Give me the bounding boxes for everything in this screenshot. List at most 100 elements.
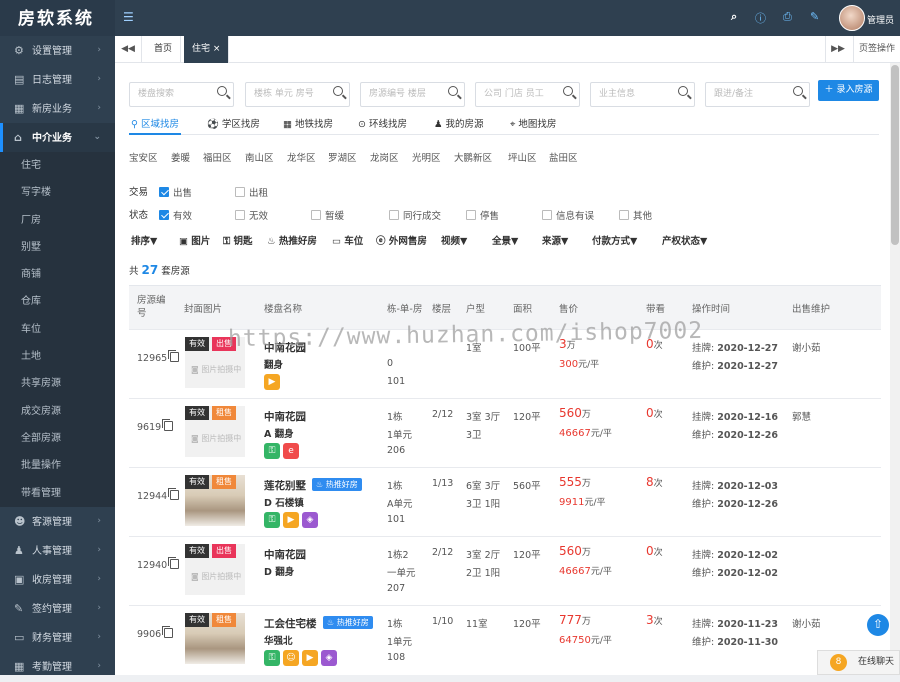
sort-item-2[interactable]: ⚿ 钥匙 <box>223 233 253 247</box>
checkbox[interactable] <box>235 187 245 197</box>
table-row[interactable]: 12940 ◙ 图片拍摄中 有效 出售 中南花园 D 翻身 1栋2 一单元 207 2/12 3室 … <box>129 536 881 605</box>
sidebar-subitem-7[interactable]: 土地 <box>0 343 115 371</box>
search-icon[interactable] <box>448 86 458 96</box>
table-row[interactable]: 9906 有效 租售 工会住宅楼 ♨ 热推好房 华强北 ⚿ ☺ ▶ ◈ 1栋 1单元 108 1/10 11… <box>129 605 881 674</box>
mode-tab-0[interactable]: ⚲ 区域找房 <box>129 116 181 135</box>
search-input-4[interactable]: 业主信息 <box>590 82 695 107</box>
sort-item-8[interactable]: 来源▼ <box>542 233 568 247</box>
key-icon[interactable]: ⚿ <box>264 650 280 666</box>
copy-icon[interactable] <box>168 488 180 500</box>
sort-item-9[interactable]: 付款方式▼ <box>592 233 637 247</box>
sidebar-item-1[interactable]: ▤ 日志管理 › <box>0 65 115 94</box>
sidebar-item-3[interactable]: ⌂ 中介业务 ⌄ <box>0 123 115 152</box>
column-header-3[interactable]: 栋-单-房 <box>387 301 422 315</box>
district-10[interactable]: 盐田区 <box>549 150 578 164</box>
district-2[interactable]: 福田区 <box>203 150 232 164</box>
listing-id[interactable]: 12965 <box>137 350 180 364</box>
scrollbar-thumb[interactable] <box>891 65 899 245</box>
sidebar-subitem-5[interactable]: 仓库 <box>0 288 115 316</box>
status-option-2[interactable]: 暂缓 <box>311 208 344 222</box>
sidebar-subitem-12[interactable]: 带看管理 <box>0 479 115 507</box>
cover-image[interactable]: ◙ 图片拍摄中 有效 出售 <box>185 544 245 595</box>
district-0[interactable]: 宝安区 <box>129 150 158 164</box>
sort-item-6[interactable]: 视频▼ <box>441 233 467 247</box>
sidebar-subitem-8[interactable]: 共享房源 <box>0 370 115 398</box>
sort-item-0[interactable]: 排序▼ <box>131 233 157 247</box>
edit-icon[interactable]: ✎ <box>810 10 819 23</box>
sidebar-subitem-3[interactable]: 别墅 <box>0 233 115 262</box>
status-option-6[interactable]: 其他 <box>619 208 652 222</box>
sort-item-3[interactable]: ♨ 热推好房 <box>267 233 317 247</box>
search-icon[interactable] <box>563 86 573 96</box>
status-option-3[interactable]: 同行成交 <box>389 208 441 222</box>
district-5[interactable]: 罗湖区 <box>328 150 357 164</box>
search-icon[interactable] <box>333 86 343 96</box>
column-header-1[interactable]: 封面图片 <box>184 301 222 315</box>
vr-icon[interactable]: ◈ <box>302 512 318 528</box>
tab-residential[interactable]: 住宅 × <box>184 36 230 63</box>
search-icon[interactable]: ⌕ <box>731 10 737 24</box>
estate-name[interactable]: 工会住宅楼 <box>264 616 317 631</box>
web-listing-icon[interactable]: e <box>283 443 299 459</box>
estate-name[interactable]: 中南花园 <box>264 409 306 424</box>
district-1[interactable]: 姜暖 <box>171 150 190 164</box>
trade-option-1[interactable]: 出租 <box>235 185 268 199</box>
column-header-10[interactable]: 出售维护 <box>792 301 830 315</box>
sidebar-bottom-item-2[interactable]: ▣ 收房管理 › <box>0 565 115 594</box>
close-tab-icon[interactable]: × <box>213 44 221 54</box>
district-8[interactable]: 大鹏新区 <box>454 150 492 164</box>
sort-item-1[interactable]: ▣ 图片 <box>179 233 210 247</box>
search-input-1[interactable]: 楼栋 单元 房号 <box>245 82 350 107</box>
vr-icon[interactable]: ◈ <box>321 650 337 666</box>
listing-id[interactable]: 12940 <box>137 557 180 571</box>
status-option-5[interactable]: 信息有误 <box>542 208 594 222</box>
sidebar-item-0[interactable]: ⚙ 设置管理 › <box>0 36 115 65</box>
checkbox[interactable] <box>466 210 476 220</box>
column-header-6[interactable]: 面积 <box>513 301 532 315</box>
video-icon[interactable]: ▶ <box>302 650 318 666</box>
listing-id[interactable]: 12944 <box>137 488 180 502</box>
sort-item-7[interactable]: 全景▼ <box>492 233 518 247</box>
sidebar-bottom-item-4[interactable]: ▭ 财务管理 › <box>0 623 115 652</box>
mode-tab-4[interactable]: ♟ 我的房源 <box>434 116 484 130</box>
cover-image[interactable]: ◙ 图片拍摄中 有效 租售 <box>185 406 245 457</box>
tab-scroll-left-icon[interactable]: ◀◀ <box>115 36 142 63</box>
menu-toggle-icon[interactable]: ☰ <box>123 10 134 24</box>
sort-item-4[interactable]: ▭ 车位 <box>332 233 363 247</box>
listing-id[interactable]: 9906 <box>137 626 174 640</box>
checkbox[interactable] <box>389 210 399 220</box>
checkbox[interactable] <box>542 210 552 220</box>
column-header-2[interactable]: 楼盘名称 <box>264 301 302 315</box>
district-9[interactable]: 坪山区 <box>508 150 537 164</box>
table-row[interactable]: 12944 有效 租售 莲花别墅 ♨ 热推好房 D 石楼镇 ⚿ ▶ ◈ 1栋 A单元 101 1/13 6… <box>129 467 881 536</box>
sidebar-subitem-11[interactable]: 批量操作 <box>0 452 115 480</box>
mode-tab-5[interactable]: ⌖ 地图找房 <box>510 116 556 130</box>
copy-icon[interactable] <box>168 350 180 362</box>
search-icon[interactable] <box>217 86 227 96</box>
sidebar-subitem-1[interactable]: 写字楼 <box>0 179 115 207</box>
add-listing-button[interactable]: ＋ 录入房源 <box>818 80 879 101</box>
status-option-1[interactable]: 无效 <box>235 208 268 222</box>
page-ops-button[interactable]: 页签操作 <box>853 36 900 63</box>
tab-home[interactable]: 首页 <box>146 36 182 63</box>
agent-name[interactable]: 郭慧 <box>792 409 811 423</box>
tab-scroll-right-icon[interactable]: ▶▶ <box>825 36 850 63</box>
status-option-0[interactable]: 有效 <box>159 208 192 222</box>
key-icon[interactable]: ⚿ <box>264 512 280 528</box>
sidebar-subitem-10[interactable]: 全部房源 <box>0 424 115 453</box>
sort-item-10[interactable]: 产权状态▼ <box>662 233 707 247</box>
district-6[interactable]: 龙岗区 <box>370 150 399 164</box>
user-name[interactable]: 管理员 <box>867 13 894 26</box>
column-header-4[interactable]: 楼层 <box>432 301 451 315</box>
scrollbar[interactable] <box>890 63 900 675</box>
column-header-5[interactable]: 户型 <box>466 301 485 315</box>
sidebar-subitem-6[interactable]: 车位 <box>0 315 115 344</box>
sidebar-bottom-item-1[interactable]: ♟ 人事管理 › <box>0 536 115 565</box>
sidebar-subitem-4[interactable]: 商铺 <box>0 261 115 289</box>
sidebar-item-2[interactable]: ▦ 新房业务 › <box>0 94 115 123</box>
export-icon[interactable]: ⎙ <box>783 10 792 24</box>
sidebar-bottom-item-3[interactable]: ✎ 签约管理 › <box>0 594 115 623</box>
checkbox[interactable] <box>235 210 245 220</box>
sidebar-subitem-9[interactable]: 成交房源 <box>0 397 115 425</box>
copy-icon[interactable] <box>162 419 174 431</box>
